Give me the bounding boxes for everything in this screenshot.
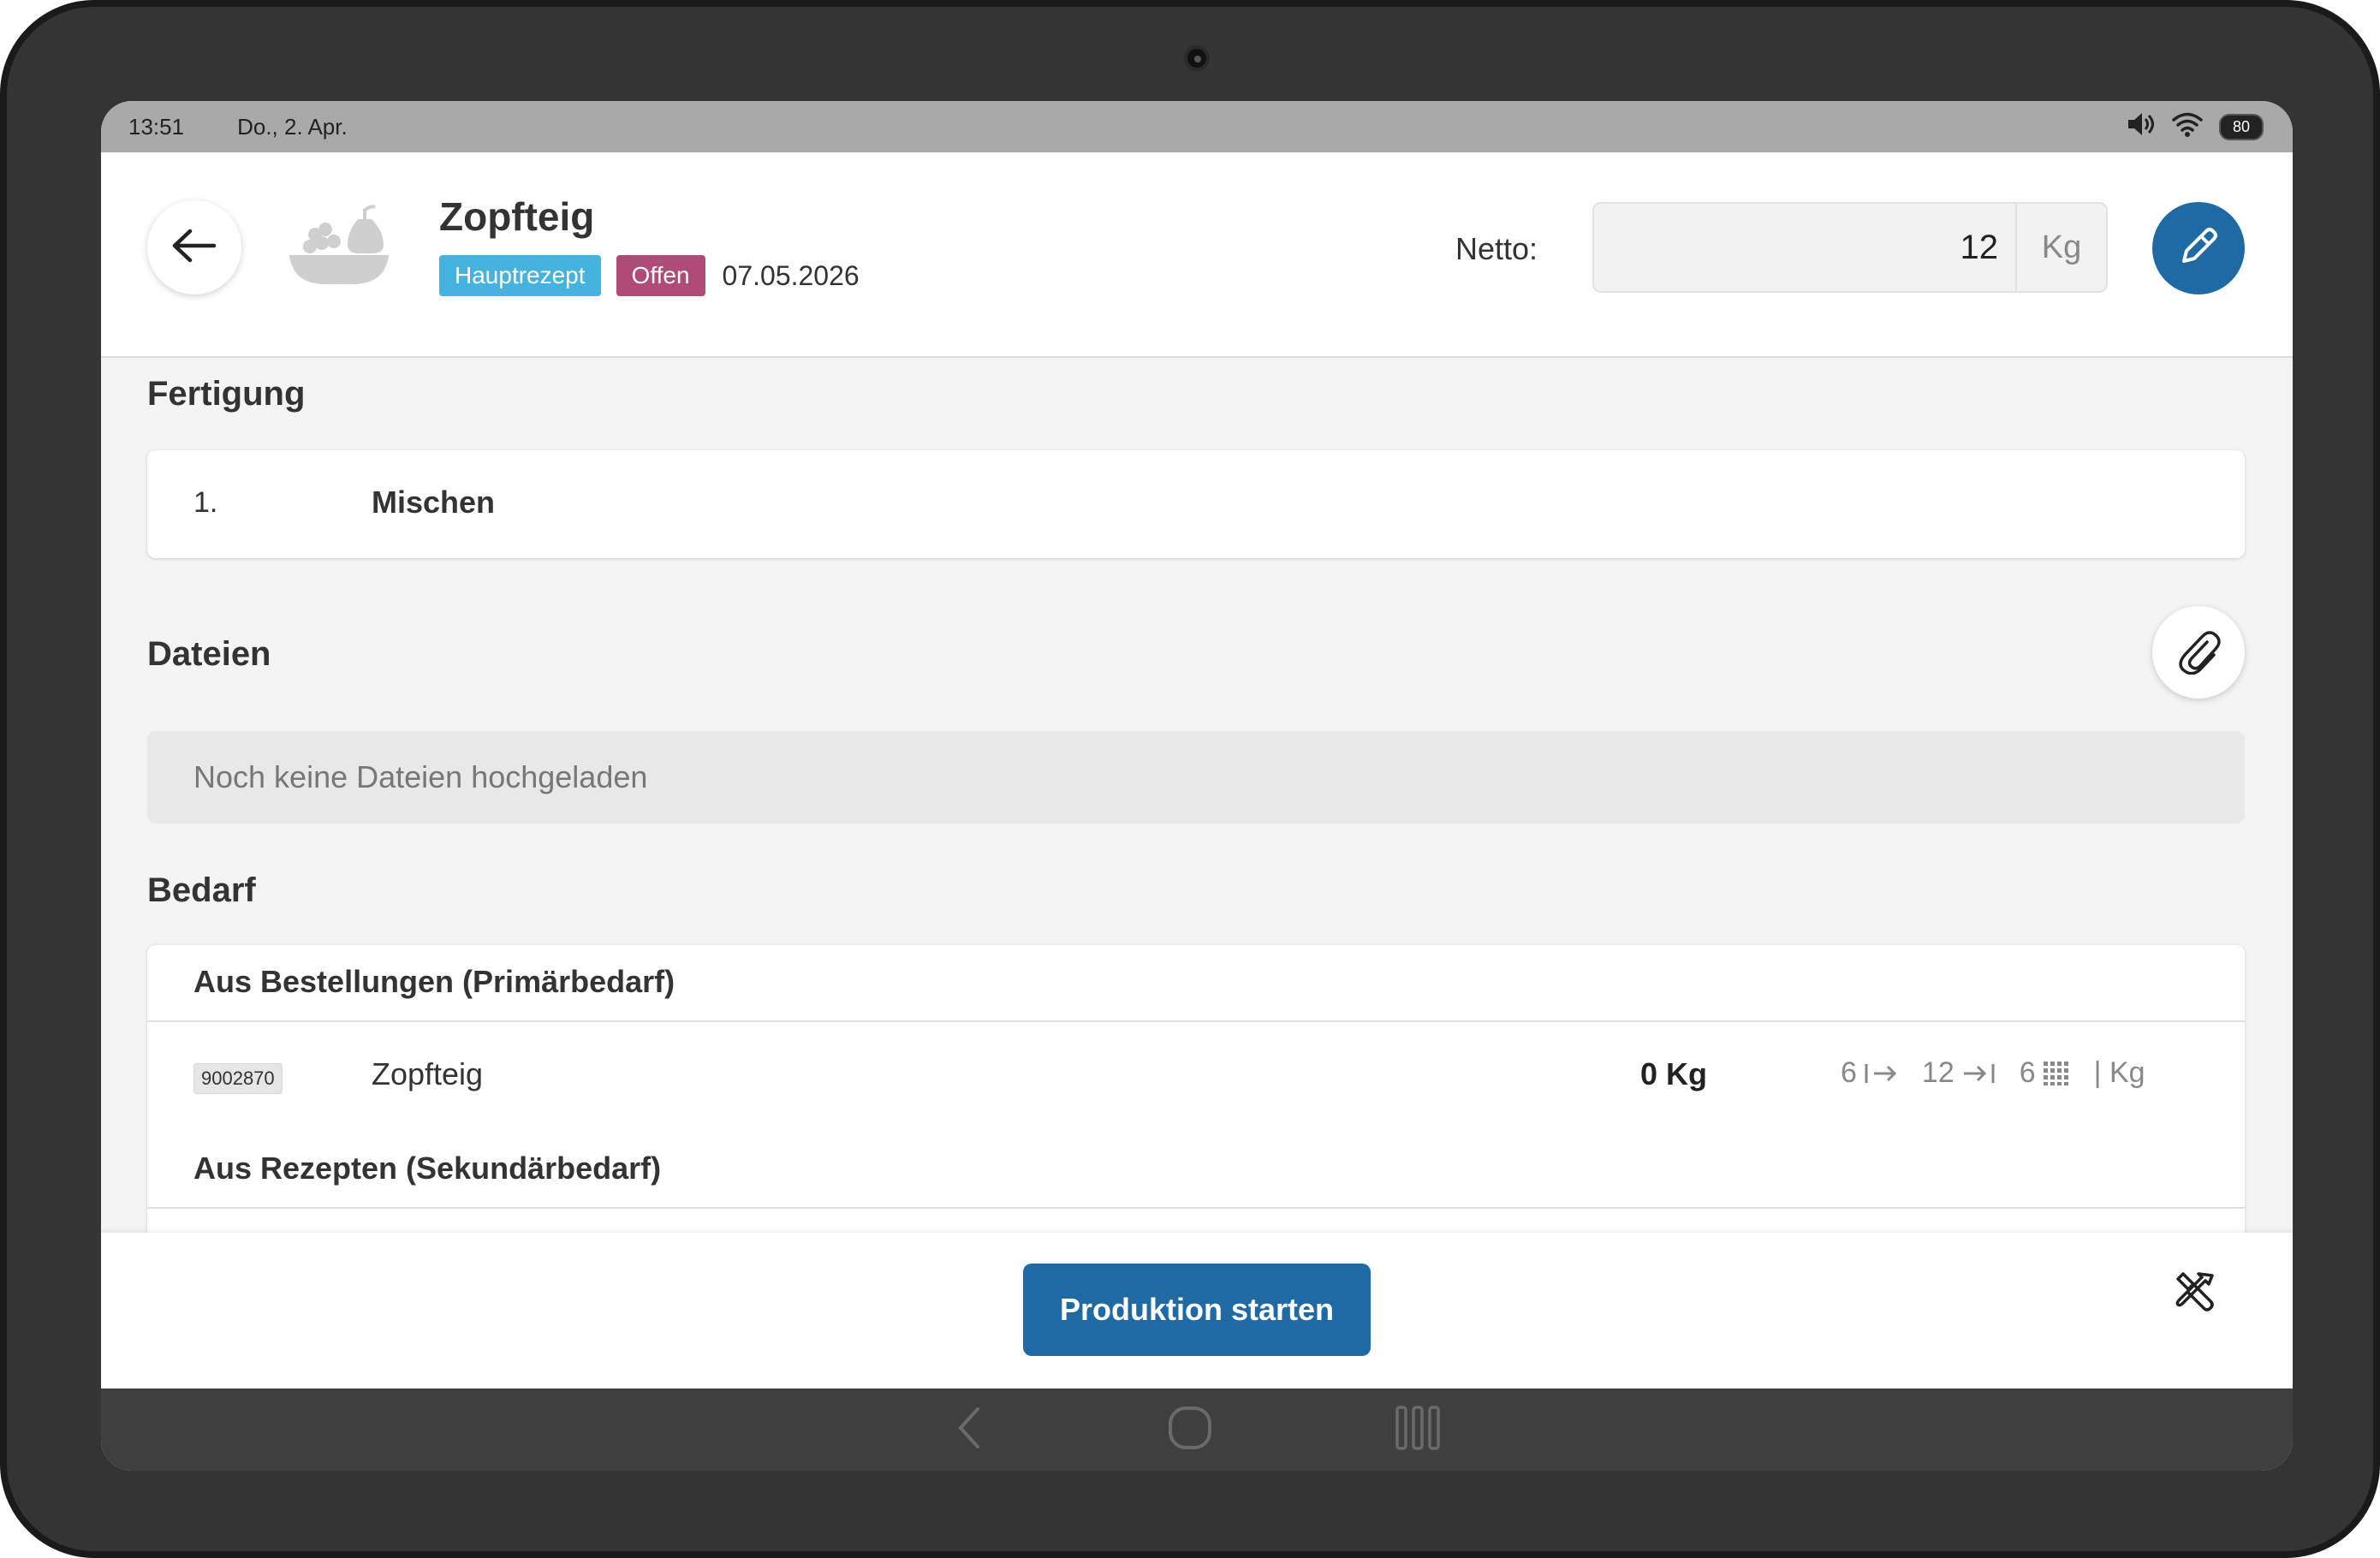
status-badge: Offen [616,255,705,296]
netto-field[interactable]: 12 Kg [1592,202,2108,293]
divider [147,1207,2245,1209]
min-stock: 6 [1841,1056,1898,1090]
nav-back-icon[interactable] [952,1404,986,1456]
nav-home-icon[interactable] [1166,1404,1214,1456]
max-value: 12 [1921,1056,1955,1089]
min-value: 6 [1841,1056,1857,1089]
grid-icon [2043,1061,2068,1085]
empty-files-message: Noch keine Dateien hochgeladen [147,731,2245,824]
status-icons: 80 [2127,111,2264,143]
nav-recents-icon[interactable] [1394,1404,1442,1456]
list-item[interactable]: 1. Mischen [147,450,2245,558]
header: Zopfteig Hauptrezept Offen 07.05.2026 Ne… [101,152,2293,358]
divider [147,1020,2245,1022]
tag-hauptrezept: Hauptrezept [439,255,601,296]
battery-indicator: 80 [2218,113,2264,140]
screen: 13:51 Do., 2. Apr. 80 Zopfteig Hauptreze… [101,101,2293,1471]
section-title-bedarf: Bedarf [147,871,256,909]
primary-demand-title: Aus Bestellungen (Primärbedarf) [193,964,675,999]
bottom-action-bar: Produktion starten [101,1233,2293,1389]
netto-label: Netto: [1455,231,1538,266]
status-date: Do., 2. Apr. [237,113,348,140]
attach-file-button[interactable] [2152,606,2245,699]
section-title-fertigung: Fertigung [147,375,306,413]
back-button[interactable] [147,200,241,294]
arrow-right-to-bar-icon [1963,1063,1995,1083]
recipe-date: 07.05.2026 [722,259,860,291]
grid-count: 6 [2020,1056,2070,1090]
grid-value: 6 [2019,1056,2036,1089]
article-quantity: 0 Kg [1640,1056,1708,1091]
pencil-icon [2177,225,2220,272]
paperclip-icon [2176,627,2221,679]
unit-value: | Kg [2093,1056,2145,1089]
camera [1184,45,1210,71]
edit-button[interactable] [2152,202,2245,294]
arrow-left-icon [171,229,217,267]
tablet-frame: 13:51 Do., 2. Apr. 80 Zopfteig Hauptreze… [0,0,2380,1558]
volume-icon [2127,111,2156,143]
step-name: Mischen [372,485,496,520]
netto-value[interactable]: 12 [1594,204,2017,291]
recipe-tags: Hauptrezept Offen 07.05.2026 [439,255,860,296]
arrow-right-from-bar-icon [1865,1063,1897,1083]
status-time: 13:51 [128,113,185,140]
article-number: 9002870 [193,1063,283,1094]
max-stock: 12 [1922,1056,1996,1090]
article-meta: 6 12 6 | Kg [1841,1056,2145,1090]
fruit-bowl-icon [289,204,392,289]
wifi-icon [2171,111,2204,143]
status-bar: 13:51 Do., 2. Apr. 80 [101,101,2293,152]
tools-icon [2173,1269,2219,1319]
system-nav-bar [101,1389,2293,1471]
page-title: Zopfteig [439,194,595,239]
section-title-dateien: Dateien [147,635,271,673]
step-number: 1. [193,486,218,519]
start-production-button[interactable]: Produktion starten [1023,1264,1371,1356]
netto-unit: Kg [2041,229,2082,265]
article-name: Zopfteig [372,1056,484,1091]
secondary-demand-title: Aus Rezepten (Sekundärbedarf) [193,1151,662,1186]
tools-button[interactable] [2166,1264,2226,1323]
